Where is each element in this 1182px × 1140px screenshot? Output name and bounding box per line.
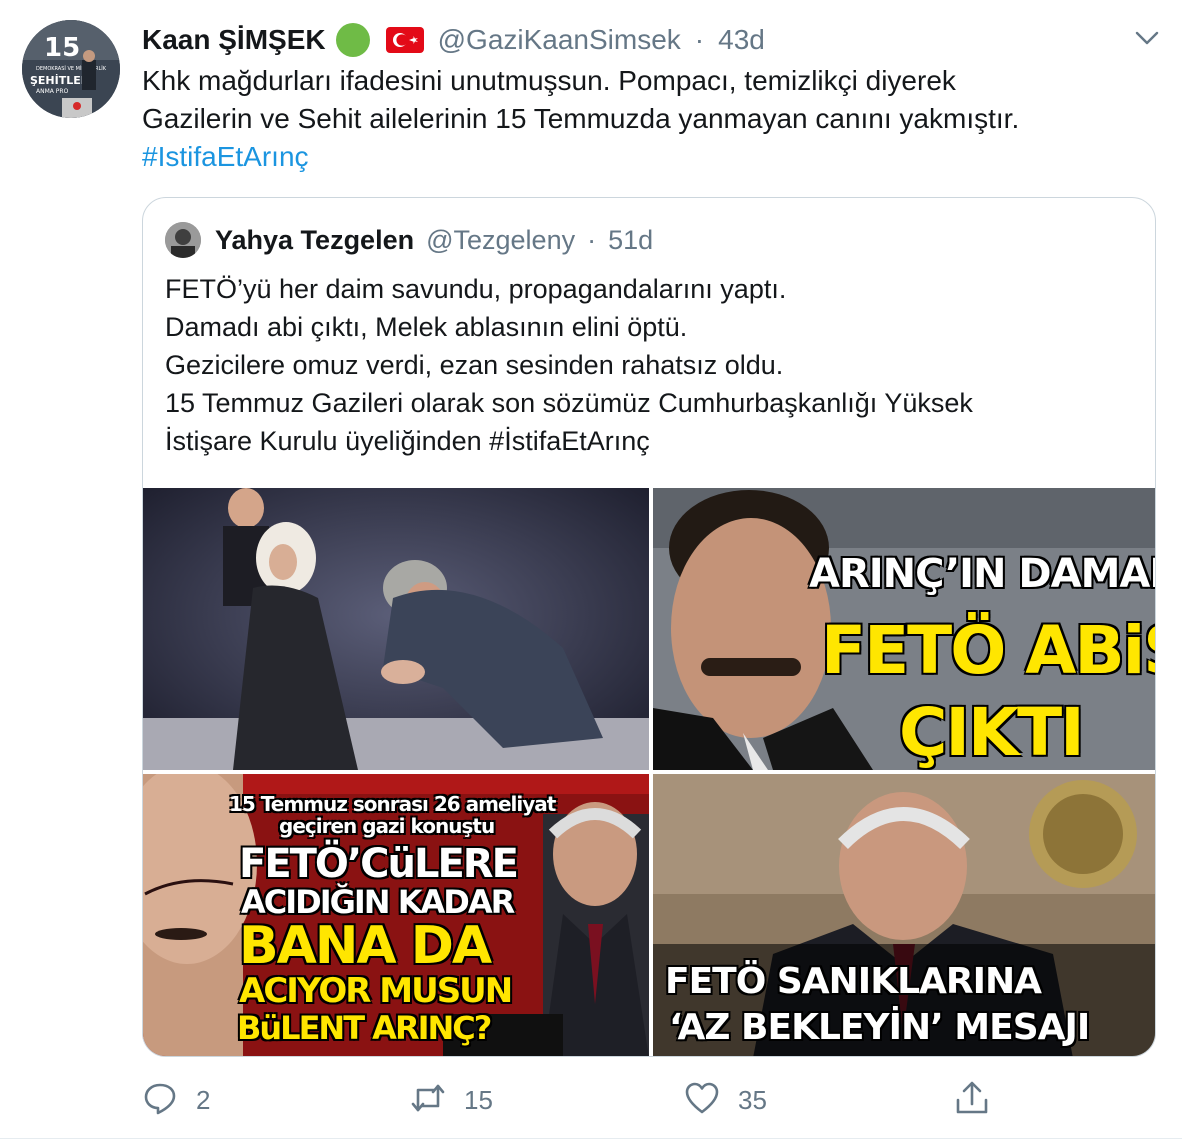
reply-button[interactable]: 2 [142, 1078, 210, 1122]
quoted-author-name: Yahya Tezgelen [215, 224, 415, 255]
quoted-author-handle: @Tezgeleny [426, 224, 576, 255]
tweet-text: Khk mağdurları ifadesini unutmuşsun. Pom… [142, 62, 1152, 176]
reply-icon [142, 1080, 178, 1121]
quoted-time: 51d [608, 224, 654, 255]
quoted-author-avatar [165, 222, 201, 258]
author-name[interactable]: Kaan ŞİMŞEK [142, 24, 326, 56]
image-2-caption-line-3: ÇIKTI [899, 694, 1085, 770]
avatar-line2: ANMA PRO [36, 88, 69, 95]
like-button[interactable]: 35 [684, 1078, 767, 1122]
avatar-line1: DEMOKRASİ VE MİLLİ BİRLİK [36, 65, 107, 72]
tweet-actions: 2 15 35 [142, 1078, 1156, 1122]
quoted-text: FETÖ’yü her daim savundu, propagandaları… [165, 270, 1135, 460]
tweet-time[interactable]: 43d [718, 24, 765, 56]
share-icon [954, 1080, 990, 1121]
verified-emoji-icon [335, 23, 370, 57]
share-button[interactable] [954, 1078, 990, 1122]
image-3-caption-line-6: ACIYOR MUSUN [239, 971, 513, 1011]
quoted-time-separator: · [587, 224, 597, 255]
image-3-caption-line-1: 15 Temmuz sonrası 26 ameliyat [229, 792, 556, 816]
time-separator: · [694, 24, 705, 55]
author-avatar[interactable]: 15 DEMOKRASİ VE MİLLİ BİRLİK ŞEHİTLER AN… [22, 20, 120, 118]
tweet-header: Kaan ŞİMŞEK @GaziKaanSimsek · 43d [142, 18, 765, 62]
quoted-text-line: Gezicilere omuz verdi, ezan sesinden rah… [165, 350, 784, 380]
like-count: 35 [738, 1084, 767, 1115]
avatar-image: 15 DEMOKRASİ VE MİLLİ BİRLİK ŞEHİTLER AN… [22, 20, 120, 118]
quoted-text-line: İstişare Kurulu üyeliğinden #İstifaEtArı… [165, 426, 650, 456]
avatar-number: 15 [44, 33, 80, 63]
media-image-1[interactable] [143, 488, 649, 770]
image-3-caption-line-5: BANA DA [239, 916, 492, 976]
image-4-caption-line-1: FETÖ SANIKLARINA [665, 961, 1042, 1002]
quoted-text-line: 15 Temmuz Gazileri olarak son sözümüz Cu… [165, 388, 973, 418]
image-2-caption-line-2: FETÖ ABiSi [821, 612, 1155, 689]
retweet-button[interactable]: 15 [410, 1078, 493, 1122]
tweet-text-line: Gazilerin ve Sehit ailelerinin 15 Temmuz… [142, 103, 1020, 134]
quoted-tweet[interactable]: Yahya Tezgelen @Tezgeleny · 51d FETÖ’yü … [142, 197, 1156, 1057]
media-image-2[interactable]: ARINÇ’IN DAMADI FETÖ ABiSi ÇIKTI [653, 488, 1155, 770]
like-icon [684, 1080, 720, 1121]
quoted-header: Yahya Tezgelen @Tezgeleny · 51d [215, 218, 653, 262]
image-3-caption-line-7: BüLENT ARINÇ? [237, 1009, 492, 1047]
image-4-caption-line-2: ‘AZ BEKLEYİN’ MESAJI [669, 1007, 1090, 1048]
turkey-flag-icon [385, 27, 424, 53]
retweet-count: 15 [464, 1084, 493, 1115]
bottom-divider [0, 1138, 1182, 1139]
quoted-text-line: FETÖ’yü her daim savundu, propagandaları… [165, 274, 787, 304]
tweet-text-line: Khk mağdurları ifadesini unutmuşsun. Pom… [142, 65, 956, 96]
media-image-4[interactable]: FETÖ SANIKLARINA ‘AZ BEKLEYİN’ MESAJI [653, 774, 1155, 1056]
media-image-3[interactable]: 15 Temmuz sonrası 26 ameliyat geçiren ga… [143, 774, 649, 1056]
image-3-caption-line-4: ACIDIĞIN KADAR [241, 883, 515, 921]
image-3-caption-line-2: geçiren gazi konuştu [279, 814, 495, 838]
retweet-icon [410, 1080, 446, 1121]
tweet-hashtag[interactable]: #IstifaEtArınç [142, 138, 1152, 176]
chevron-down-icon[interactable] [1134, 28, 1160, 48]
author-handle[interactable]: @GaziKaanSimsek [438, 24, 681, 56]
image-3-caption-line-3: FETÖ’CüLERE [239, 841, 519, 887]
quoted-text-line: Damadı abi çıktı, Melek ablasının elini … [165, 312, 688, 342]
reply-count: 2 [196, 1084, 211, 1115]
avatar-title: ŞEHİTLER [30, 73, 90, 87]
media-grid: ARINÇ’IN DAMADI FETÖ ABiSi ÇIKTI [143, 488, 1155, 1056]
image-2-caption-line-1: ARINÇ’IN DAMADI [809, 551, 1155, 597]
